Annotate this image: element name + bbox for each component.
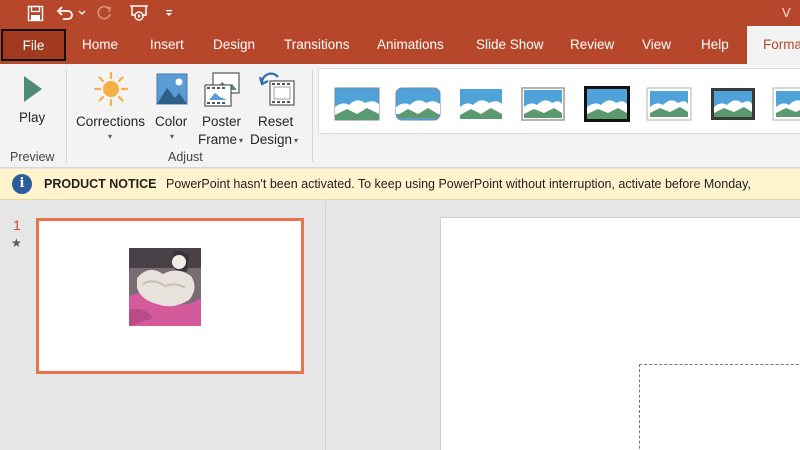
ribbon-tabs: File Home Insert Design Transitions Anim…	[0, 26, 800, 64]
tab-slide-show[interactable]: Slide Show	[476, 26, 544, 64]
corrections-button[interactable]: Corrections ▾	[74, 68, 148, 148]
video-style-thumb[interactable]	[333, 85, 381, 123]
tab-insert[interactable]: Insert	[150, 26, 184, 64]
save-icon[interactable]	[24, 0, 46, 26]
chevron-down-icon: ▾	[108, 132, 113, 141]
video-style-thumb[interactable]	[457, 85, 505, 123]
tab-design[interactable]: Design	[213, 26, 255, 64]
video-style-thumb-image	[711, 88, 755, 120]
color-label: Color	[155, 114, 188, 129]
play-button[interactable]: Play	[10, 70, 56, 142]
tab-format[interactable]: Forma	[747, 26, 800, 64]
notice-title: PRODUCT NOTICE	[44, 177, 157, 191]
reset-design-button[interactable]: Reset Design ▾	[250, 68, 306, 148]
adjust-group-label: Adjust	[168, 150, 203, 164]
video-style-thumb[interactable]	[394, 85, 442, 123]
video-style-thumb-selected[interactable]	[583, 85, 631, 123]
corrections-sun-icon	[94, 72, 128, 106]
poster-frame-label-2: Frame	[198, 132, 238, 147]
window-title: V	[782, 5, 791, 20]
video-style-thumb-image	[460, 89, 502, 119]
video-style-thumb-image	[334, 87, 380, 121]
redo-icon[interactable]	[94, 0, 116, 26]
video-poster-image	[129, 248, 201, 326]
chevron-down-icon: ▾	[294, 135, 299, 145]
slide-number: 1	[13, 217, 21, 233]
tab-transitions[interactable]: Transitions	[284, 26, 350, 64]
slide-thumbnails-pane: 1 ★	[0, 201, 326, 450]
video-style-thumb[interactable]	[771, 85, 800, 123]
undo-dropdown-icon[interactable]	[77, 0, 87, 26]
corrections-label: Corrections	[76, 114, 146, 129]
poster-frame-label-1: Poster	[202, 114, 242, 129]
video-style-thumb[interactable]	[645, 85, 693, 123]
color-button[interactable]: Color ▾	[152, 68, 192, 148]
quick-access-toolbar: V	[0, 0, 800, 26]
video-style-thumb-image	[584, 86, 630, 122]
undo-icon[interactable]	[54, 0, 76, 26]
animation-star-icon: ★	[11, 236, 22, 250]
video-style-thumb[interactable]	[519, 85, 567, 123]
video-style-thumb-image	[395, 87, 441, 121]
tab-view[interactable]: View	[642, 26, 671, 64]
video-styles-gallery	[318, 68, 800, 134]
preview-group-label: Preview	[10, 150, 55, 164]
customize-qat-icon[interactable]	[162, 0, 176, 26]
tab-animations[interactable]: Animations	[377, 26, 444, 64]
group-separator	[66, 70, 67, 162]
color-picture-icon	[156, 73, 188, 105]
tab-home[interactable]: Home	[82, 26, 118, 64]
reset-design-icon	[258, 72, 295, 106]
slide-thumbnail[interactable]	[36, 218, 304, 374]
video-style-thumb-image	[521, 87, 565, 121]
chevron-down-icon: ▾	[170, 132, 175, 141]
slide-page[interactable]	[440, 217, 800, 450]
poster-frame-icon	[204, 72, 240, 107]
chevron-down-icon: ▾	[239, 135, 244, 145]
poster-frame-button[interactable]: Poster Frame ▾	[196, 68, 248, 148]
reset-design-label-2: Design	[250, 132, 293, 147]
slideshow-start-icon[interactable]	[126, 0, 152, 26]
tab-help[interactable]: Help	[701, 26, 729, 64]
notice-message: PowerPoint hasn't been activated. To kee…	[166, 177, 751, 191]
tab-review[interactable]: Review	[570, 26, 614, 64]
tab-file[interactable]: File	[1, 29, 66, 61]
group-separator	[312, 70, 313, 162]
slide-canvas	[327, 201, 800, 450]
info-icon: i	[12, 174, 32, 194]
video-style-thumb-image	[772, 87, 800, 121]
play-icon	[24, 76, 42, 102]
play-label: Play	[19, 110, 46, 125]
video-style-thumb-image	[646, 87, 692, 121]
product-notice-bar: i PRODUCT NOTICE PowerPoint hasn't been …	[0, 169, 800, 200]
reset-design-label-1: Reset	[258, 114, 294, 129]
ribbon: Play Preview Corrections ▾ Color ▾ Poste…	[0, 64, 800, 168]
video-style-thumb[interactable]	[709, 85, 757, 123]
content-placeholder[interactable]	[639, 364, 800, 450]
